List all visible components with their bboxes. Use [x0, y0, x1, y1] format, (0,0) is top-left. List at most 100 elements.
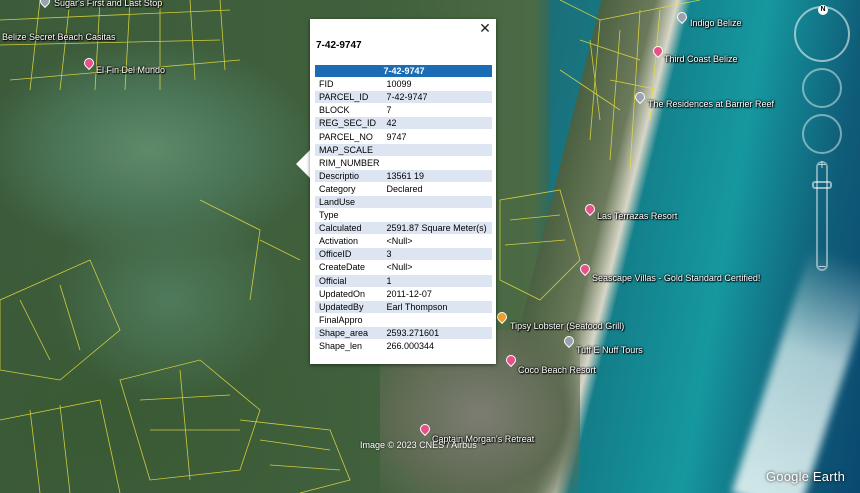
- attribute-value: [382, 313, 492, 326]
- table-row: Shape_len 266.000344: [315, 339, 492, 353]
- google-earth-logo: Google Earth: [766, 469, 846, 484]
- attribute-value: <Null>: [382, 235, 492, 248]
- place-label[interactable]: Seascape Villas - Gold Standard Certifie…: [592, 273, 760, 283]
- attribute-value: 7: [382, 104, 492, 117]
- parcel-info-popup: ✕ 7-42-9747 7-42-9747 FID 10099 PARCEL_ID 7…: [310, 19, 496, 364]
- attribute-value: 2011-12-07: [382, 287, 492, 300]
- table-row: CreateDate <Null>: [315, 261, 492, 274]
- attribute-value: [382, 143, 492, 156]
- close-icon[interactable]: ✕: [478, 21, 492, 35]
- attribute-value: 7-42-9747: [382, 91, 492, 104]
- popup-pointer: [296, 150, 310, 178]
- table-row: Calculated 2591.87 Square Meter(s): [315, 222, 492, 235]
- attribute-value: 1: [382, 274, 492, 287]
- table-row: BLOCK 7: [315, 104, 492, 117]
- attribute-table-header: 7-42-9747: [315, 65, 492, 78]
- attribute-key: FID: [315, 78, 383, 91]
- attribute-key: Official: [315, 274, 383, 287]
- place-label[interactable]: Belize Secret Beach Casitas: [2, 32, 116, 42]
- place-pin[interactable]: [81, 55, 97, 72]
- place-label[interactable]: Sugar's First and Last Stop: [54, 0, 162, 8]
- attribute-value: 2591.87 Square Meter(s): [382, 222, 492, 235]
- attribute-key: PARCEL_ID: [315, 91, 383, 104]
- place-label[interactable]: Third Coast Belize: [664, 54, 738, 64]
- table-row: FID 10099: [315, 78, 492, 91]
- attribute-value: 2593.271601: [382, 326, 492, 339]
- table-row: FinalAppro: [315, 313, 492, 326]
- look-joystick-icon[interactable]: [802, 68, 842, 108]
- attribute-key: Category: [315, 182, 383, 195]
- attribute-key: CreateDate: [315, 261, 383, 274]
- attribute-value: 13561 19: [382, 169, 492, 182]
- attribute-key: Type: [315, 209, 383, 222]
- table-row: Type: [315, 209, 492, 222]
- attribute-value: 10099: [382, 78, 492, 91]
- place-label[interactable]: El Fin Del Mundo: [96, 65, 165, 75]
- place-pin[interactable]: [582, 201, 598, 218]
- attribute-value: 3: [382, 248, 492, 261]
- attribute-value: 266.000344: [382, 339, 492, 353]
- attribute-key: OfficeID: [315, 248, 383, 261]
- table-row: Descriptio 13561 19: [315, 169, 492, 182]
- header-cell: 7-42-9747: [315, 65, 492, 78]
- table-row: PARCEL_ID 7-42-9747: [315, 91, 492, 104]
- table-row: OfficeID 3: [315, 248, 492, 261]
- attribute-value: [382, 195, 492, 209]
- table-row: Activation <Null>: [315, 235, 492, 248]
- place-label[interactable]: Las Terrazas Resort: [597, 211, 677, 221]
- zoom-out-button[interactable]: −: [814, 258, 830, 274]
- attribute-key: LandUse: [315, 195, 383, 209]
- table-row: LandUse: [315, 195, 492, 209]
- place-label[interactable]: Tuff E Nuff Tours: [576, 345, 643, 355]
- attribute-key: FinalAppro: [315, 313, 383, 326]
- attribute-value: 42: [382, 117, 492, 130]
- place-pin[interactable]: [632, 89, 648, 106]
- place-pin[interactable]: [37, 0, 53, 10]
- attribute-key: Descriptio: [315, 169, 383, 182]
- attribute-key: UpdatedBy: [315, 300, 383, 313]
- place-label[interactable]: The Residences at Barrier Reef: [648, 99, 774, 109]
- attribute-key: RIM_NUMBER: [315, 156, 383, 169]
- place-label[interactable]: Indigo Belize: [690, 18, 742, 28]
- attribute-value: 9747: [382, 130, 492, 143]
- place-pin[interactable]: [494, 309, 510, 326]
- attribute-key: UpdatedOn: [315, 287, 383, 300]
- popup-title: 7-42-9747: [316, 40, 362, 51]
- attribute-key: Activation: [315, 235, 383, 248]
- attribute-table: 7-42-9747 FID 10099 PARCEL_ID 7-42-9747 BLOC…: [315, 64, 492, 353]
- table-row: Official 1: [315, 274, 492, 287]
- place-pin[interactable]: [561, 333, 577, 350]
- compass-ring[interactable]: N: [794, 5, 850, 62]
- table-row: UpdatedOn 2011-12-07: [315, 287, 492, 300]
- move-joystick-icon[interactable]: [802, 114, 842, 154]
- table-row: Category Declared: [315, 182, 492, 195]
- attribute-key: Shape_area: [315, 326, 383, 339]
- place-pin[interactable]: [577, 261, 593, 278]
- navigation-controls: N + −: [794, 5, 854, 276]
- attribute-value: Declared: [382, 182, 492, 195]
- place-pin[interactable]: [650, 43, 666, 60]
- table-row: MAP_SCALE: [315, 143, 492, 156]
- zoom-slider-handle[interactable]: [812, 181, 832, 189]
- imagery-credits: Image © 2023 CNES / Airbus: [360, 440, 477, 450]
- attribute-value: <Null>: [382, 261, 492, 274]
- place-pin[interactable]: [674, 9, 690, 26]
- place-pin[interactable]: [417, 421, 433, 438]
- table-row: UpdatedBy Earl Thompson: [315, 300, 492, 313]
- attribute-key: BLOCK: [315, 104, 383, 117]
- table-row: PARCEL_NO 9747: [315, 130, 492, 143]
- attribute-value: [382, 209, 492, 222]
- north-indicator-icon[interactable]: N: [818, 5, 828, 15]
- place-label[interactable]: Tipsy Lobster (Seafood Grill): [510, 321, 624, 331]
- place-pin[interactable]: [503, 352, 519, 369]
- zoom-slider[interactable]: [816, 161, 828, 271]
- table-row: REG_SEC_ID 42: [315, 117, 492, 130]
- attribute-value: [382, 156, 492, 169]
- attribute-key: Calculated: [315, 222, 383, 235]
- attribute-key: MAP_SCALE: [315, 143, 383, 156]
- table-row: RIM_NUMBER: [315, 156, 492, 169]
- attribute-key: Shape_len: [315, 339, 383, 353]
- attribute-key: REG_SEC_ID: [315, 117, 383, 130]
- attribute-value: Earl Thompson: [382, 300, 492, 313]
- place-label[interactable]: Coco Beach Resort: [518, 365, 596, 375]
